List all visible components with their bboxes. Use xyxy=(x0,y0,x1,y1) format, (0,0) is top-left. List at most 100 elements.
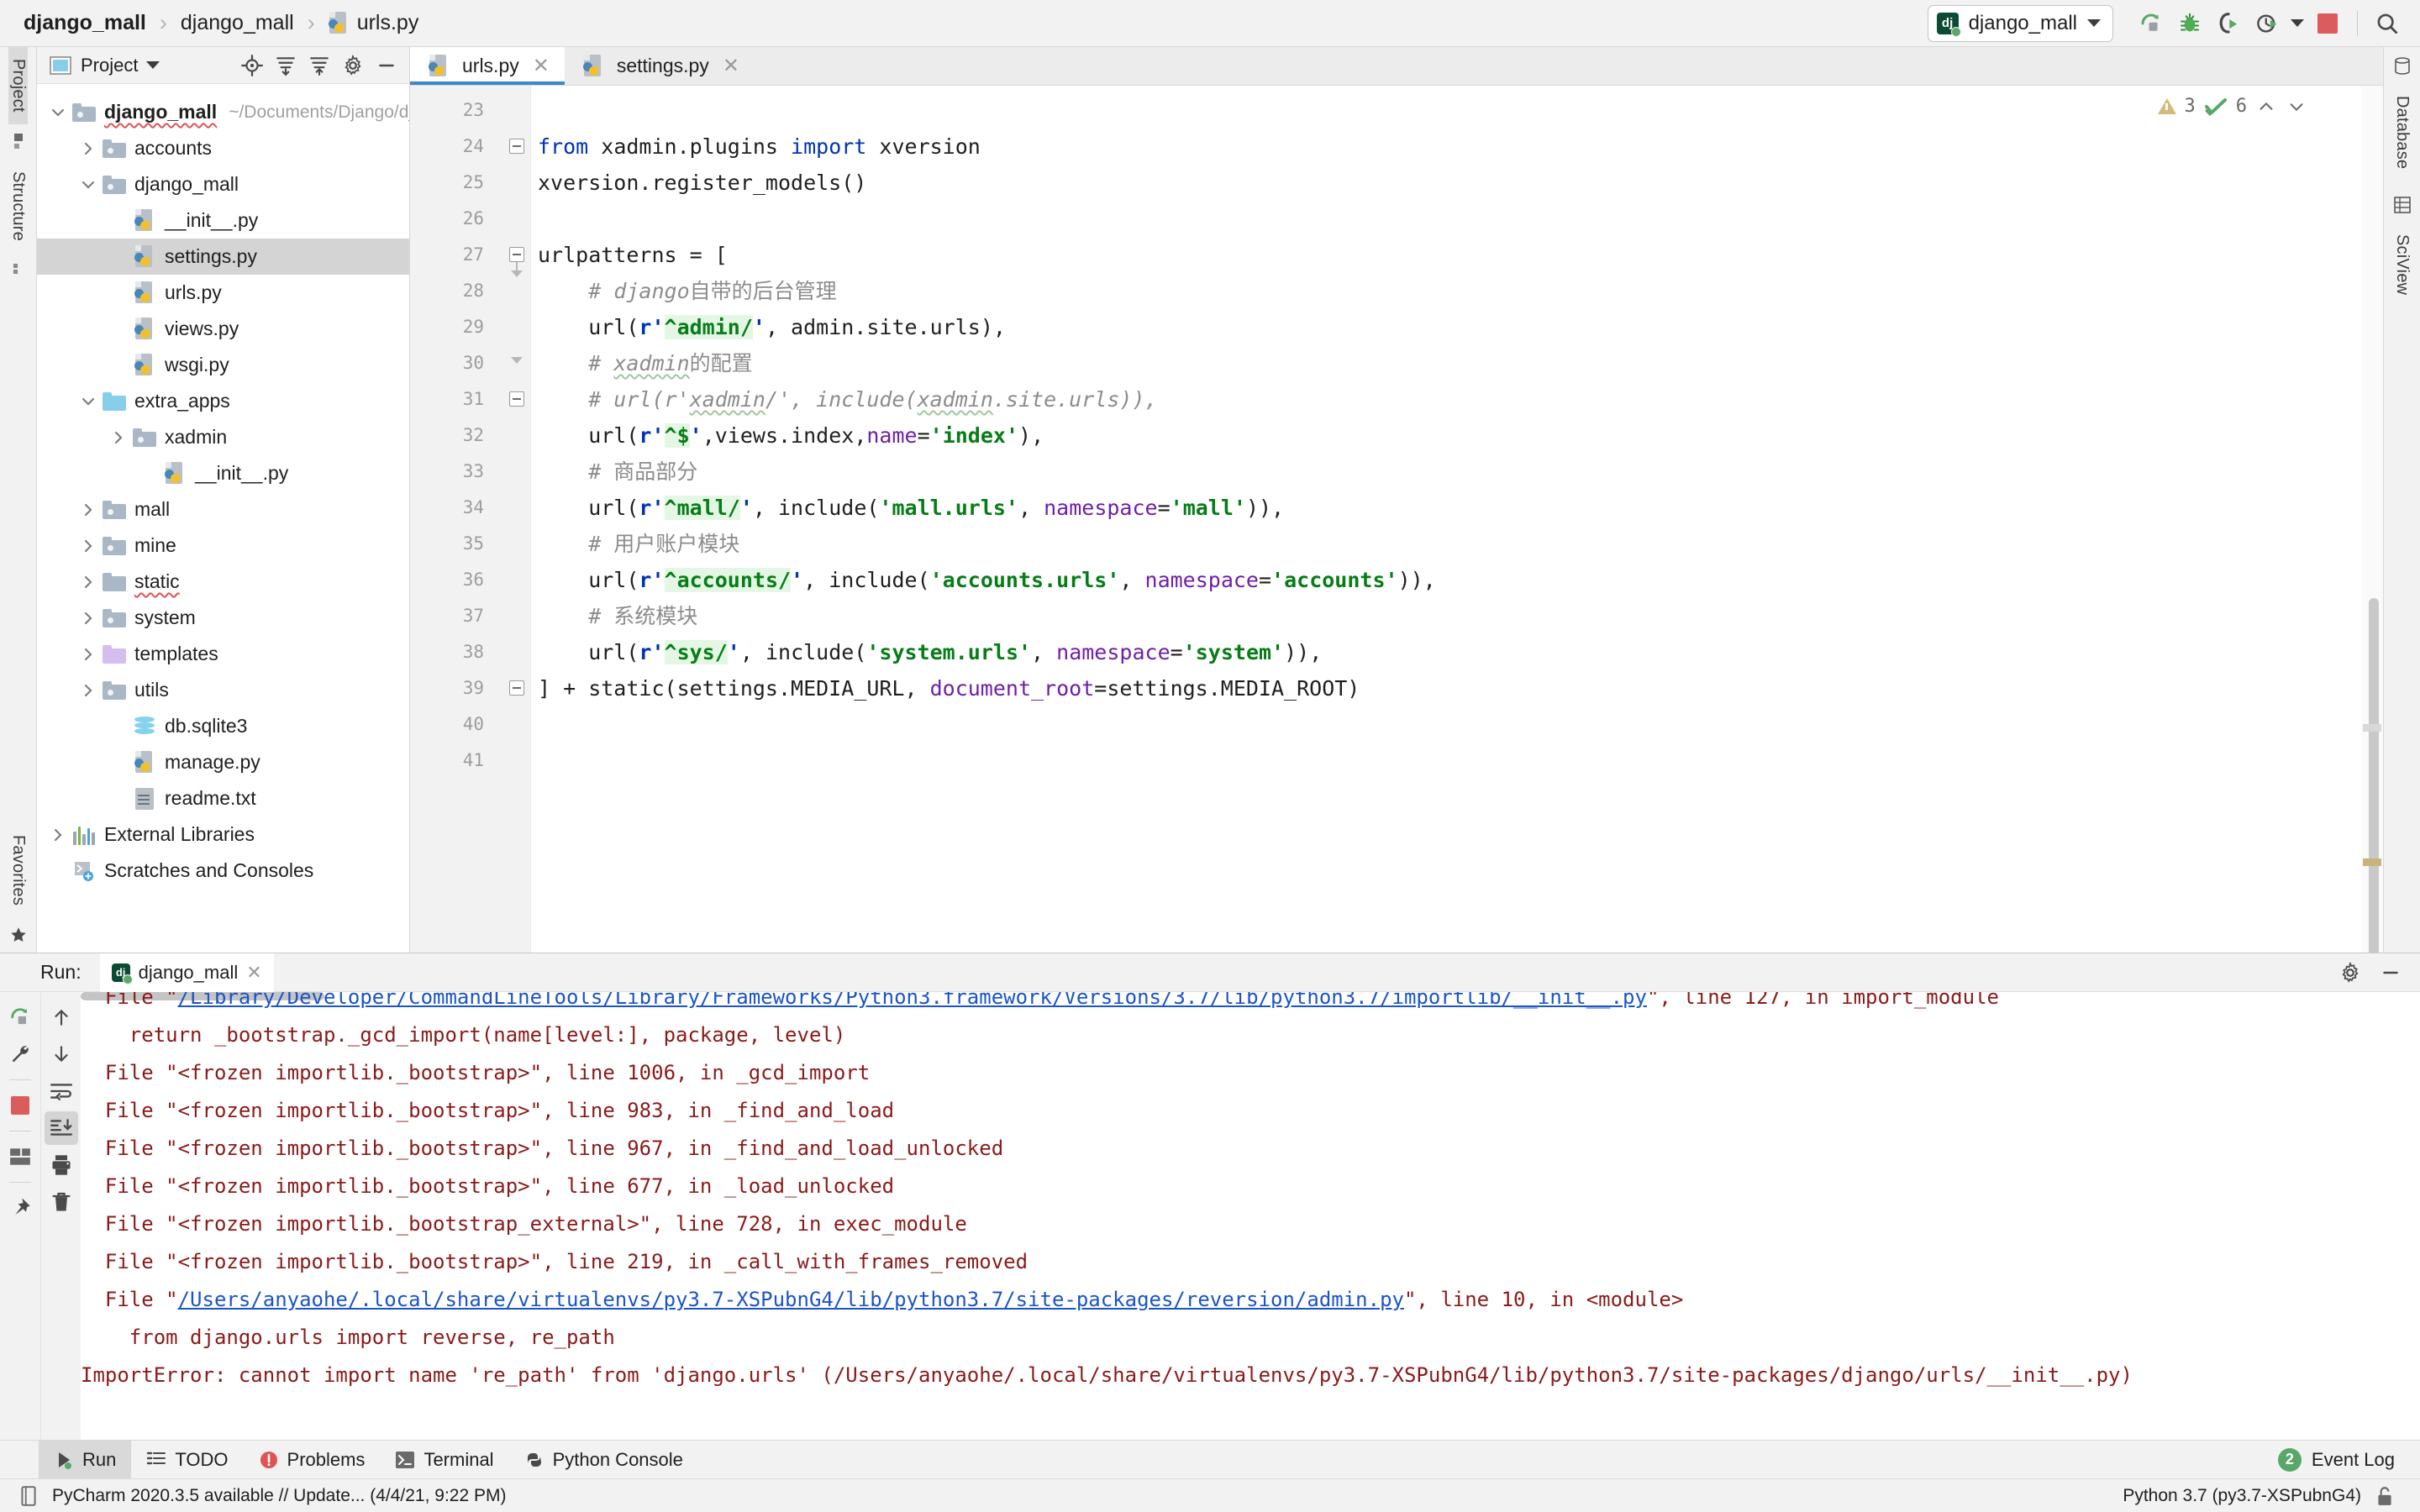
sidebar-tab-project[interactable]: Project xyxy=(8,47,28,124)
code-line[interactable]: url(r'^sys/', include('system.urls', nam… xyxy=(538,640,1322,664)
unlocked-padlock-icon[interactable] xyxy=(2375,1485,2395,1507)
tree-item-mall[interactable]: mall xyxy=(37,491,409,528)
fold-toggle-icon[interactable] xyxy=(509,391,524,407)
event-log-label[interactable]: Event Log xyxy=(2312,1449,2395,1471)
prev-error-icon[interactable] xyxy=(2255,97,2277,116)
hide-panel-icon[interactable] xyxy=(372,51,401,80)
editor-tab-settings-py[interactable]: settings.py ✕ xyxy=(564,47,755,85)
debug-button[interactable] xyxy=(2170,4,2209,43)
run-with-coverage-button[interactable] xyxy=(2209,4,2248,43)
bottom-tab-todo[interactable]: TODO xyxy=(131,1441,243,1479)
tree-item-external-libraries[interactable]: External Libraries xyxy=(37,816,409,853)
tree-item-django-mall[interactable]: django_mall xyxy=(37,166,409,202)
tree-item-django-mall[interactable]: django_mall ~/Documents/Django/django_mal… xyxy=(37,94,409,130)
profile-dropdown-arrow[interactable] xyxy=(2286,4,2308,43)
chevron-right-icon[interactable] xyxy=(106,429,131,446)
code-line[interactable]: url(r'^mall/', include('mall.urls', name… xyxy=(538,496,1284,520)
scroll-to-end-icon[interactable] xyxy=(44,1111,78,1145)
tree-item-mine[interactable]: mine xyxy=(37,528,409,564)
tree-item-views-py[interactable]: views.py xyxy=(37,311,409,347)
python-interpreter-selector[interactable]: Python 3.7 (py3.7-XSPubnG4) xyxy=(2123,1486,2361,1506)
chevron-down-icon[interactable] xyxy=(146,61,160,69)
editor-scrollbar[interactable] xyxy=(2361,86,2383,953)
print-icon[interactable] xyxy=(45,1148,78,1182)
chevron-right-icon[interactable] xyxy=(76,140,101,157)
chevron-down-icon[interactable] xyxy=(45,104,71,121)
locate-icon[interactable] xyxy=(238,51,266,80)
fold-toggle-icon[interactable] xyxy=(509,680,524,696)
soft-wrap-icon[interactable] xyxy=(45,1074,78,1108)
profile-button[interactable] xyxy=(2248,4,2286,43)
sidebar-tab-database[interactable]: Database xyxy=(2392,84,2412,181)
down-arrow-icon[interactable] xyxy=(45,1037,78,1071)
tree-item-static[interactable]: static xyxy=(37,564,409,600)
code-line[interactable]: url(r'^accounts/', include('accounts.url… xyxy=(538,568,1436,592)
bottom-tab-run[interactable]: Run xyxy=(39,1440,132,1479)
code-line[interactable]: from xadmin.plugins import xversion xyxy=(538,136,981,157)
gear-icon[interactable] xyxy=(2336,958,2365,987)
trash-icon[interactable] xyxy=(45,1185,78,1219)
chevron-down-icon[interactable] xyxy=(76,176,101,193)
console-file-link[interactable]: /Library/Developer/CommandLineTools/Libr… xyxy=(178,992,1647,1009)
tree-item-scratches-and-consoles[interactable]: Scratches and Consoles xyxy=(37,853,409,889)
expand-all-icon[interactable] xyxy=(271,51,300,80)
editor-scrollbar-thumb[interactable] xyxy=(2369,598,2379,953)
notification-icon[interactable] xyxy=(18,1485,39,1507)
sidebar-tab-sciview[interactable]: SciView xyxy=(2392,223,2412,307)
bottom-tab-python-console[interactable]: Python Console xyxy=(509,1441,698,1479)
code-line[interactable]: # xadmin的配置 xyxy=(538,353,752,374)
run-console-output[interactable]: File "/Library/Developer/CommandLineTool… xyxy=(81,992,2420,1440)
tree-item-settings-py[interactable]: settings.py xyxy=(37,239,409,275)
bottom-tab-terminal[interactable]: Terminal xyxy=(380,1441,508,1479)
chevron-right-icon[interactable] xyxy=(76,610,101,627)
code-line[interactable]: ] + static(settings.MEDIA_URL, document_… xyxy=(538,678,1360,699)
up-arrow-icon[interactable] xyxy=(45,1000,78,1034)
collapse-all-icon[interactable] xyxy=(305,51,334,80)
chevron-right-icon[interactable] xyxy=(45,827,71,843)
layout-icon[interactable] xyxy=(3,1140,37,1173)
bottom-tab-problems[interactable]: Problems xyxy=(244,1441,381,1479)
stop-icon[interactable] xyxy=(3,1089,37,1122)
close-icon[interactable]: ✕ xyxy=(246,962,261,984)
tree-item-templates[interactable]: templates xyxy=(37,636,409,672)
close-icon[interactable]: ✕ xyxy=(533,54,550,78)
code-line[interactable]: url(r'^$',views.index,name='index'), xyxy=(538,423,1044,448)
run-button[interactable] xyxy=(2132,4,2170,43)
search-everywhere-button[interactable] xyxy=(2368,4,2407,43)
inspection-widget[interactable]: 3 6 xyxy=(2157,96,2308,117)
console-file-link[interactable]: /Users/anyaohe/.local/share/virtualenvs/… xyxy=(178,1288,1404,1311)
code-line[interactable]: url(r'^admin/', admin.site.urls), xyxy=(538,315,1006,339)
breadcrumb-item-file[interactable]: urls.py xyxy=(354,11,423,35)
chevron-down-icon[interactable] xyxy=(76,393,101,410)
run-configuration-selector[interactable]: dj django_mall xyxy=(1927,4,2113,42)
code-line[interactable]: urlpatterns = [ xyxy=(538,244,728,265)
code-line[interactable]: # django自带的后台管理 xyxy=(538,281,836,302)
tree-item-readme-txt[interactable]: readme.txt xyxy=(37,780,409,816)
gear-icon[interactable] xyxy=(339,51,367,80)
code-view[interactable]: 23 24 25 26 27 28 29 30 31 32 33 34 35 36 37 38 39 40 41 f… xyxy=(410,86,2383,953)
tree-item-manage-py[interactable]: manage.py xyxy=(37,744,409,780)
close-icon[interactable]: ✕ xyxy=(723,54,739,78)
sciview-grid-icon[interactable] xyxy=(2393,196,2412,214)
tree-item-system[interactable]: system xyxy=(37,600,409,636)
editor-tab-urls-py[interactable]: urls.py ✕ xyxy=(410,47,565,85)
code-line[interactable]: xversion.register_models() xyxy=(538,172,866,193)
minimize-icon[interactable] xyxy=(2376,958,2405,987)
code-folding-gutter[interactable] xyxy=(502,86,531,953)
wrench-icon[interactable] xyxy=(3,1037,37,1071)
tree-item-extra-apps[interactable]: extra_apps xyxy=(37,383,409,419)
scrollbar-error-marker[interactable] xyxy=(2363,724,2381,732)
status-message[interactable]: PyCharm 2020.3.5 available // Update... … xyxy=(52,1486,506,1506)
tree-item-accounts[interactable]: accounts xyxy=(37,130,409,166)
tree-item-db-sqlite3[interactable]: db.sqlite3 xyxy=(37,708,409,744)
tree-item-utils[interactable]: utils xyxy=(37,672,409,708)
breadcrumb-item-package[interactable]: django_mall xyxy=(177,11,297,35)
star-icon[interactable] xyxy=(9,926,28,944)
tree-item-xadmin[interactable]: xadmin xyxy=(37,419,409,455)
chevron-right-icon[interactable] xyxy=(76,538,101,554)
tree-item--init-py[interactable]: __init__.py xyxy=(37,455,409,491)
next-error-icon[interactable] xyxy=(2286,97,2307,116)
breadcrumb-item-project[interactable]: django_mall xyxy=(20,11,150,35)
chevron-right-icon[interactable] xyxy=(76,574,101,591)
database-icon[interactable] xyxy=(2393,57,2412,76)
